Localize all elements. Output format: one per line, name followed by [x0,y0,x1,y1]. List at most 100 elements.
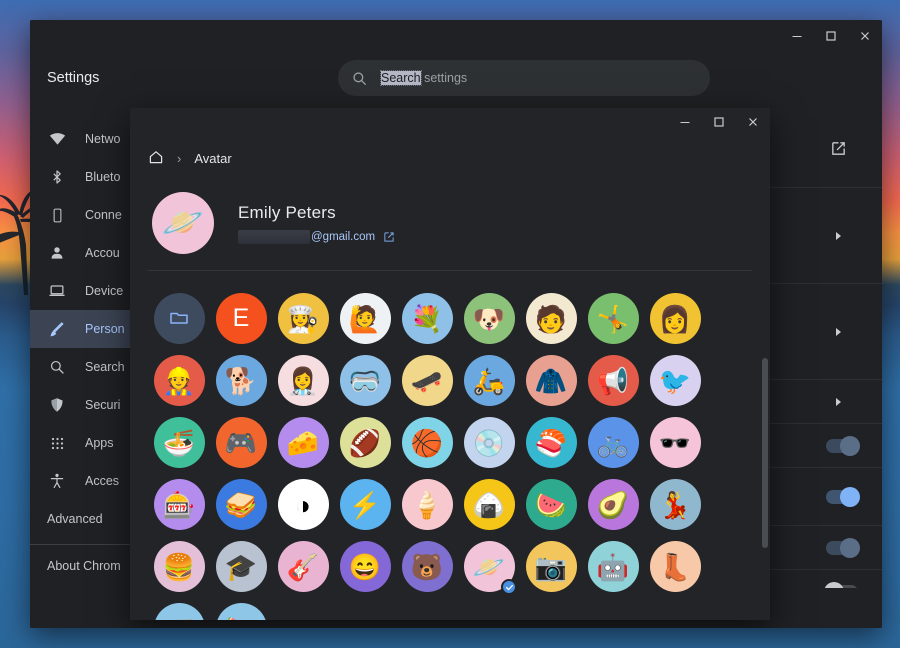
avatar-handheld-game[interactable]: 🎮 [215,416,267,468]
avatar-winter-parka[interactable]: 🧥 [525,354,577,406]
dialog-close-button[interactable] [736,108,770,138]
dialog-minimize-button[interactable] [668,108,702,138]
avatar-vinyl-record[interactable]: 💿 [463,416,515,468]
avatar-cell[interactable]: 🍉 [210,597,272,620]
avatar-skateboard-ramp[interactable]: 🛹 [401,354,453,406]
search-input[interactable]: Search settings [380,70,467,86]
avatar-cell[interactable]: 🥽 [334,349,396,411]
avatar-person-with-flowers[interactable]: 💐 [401,292,453,344]
avatar-red-bird[interactable]: 🐦 [649,354,701,406]
avatar-cell[interactable]: 🎓 [210,535,272,597]
avatar-burger-character[interactable]: 🍔 [153,540,205,592]
avatar-cell[interactable]: 🛵 [458,349,520,411]
home-icon[interactable] [148,149,164,168]
window-close-button[interactable] [848,20,882,52]
avatar-fashion-person[interactable]: 💃 [649,478,701,530]
avatar-cell[interactable]: 😄 [334,535,396,597]
avatar-cell[interactable]: 🥑 [582,473,644,535]
avatar-cell[interactable]: 🕶️ [644,411,706,473]
avatar-cell[interactable]: ⚡ [334,473,396,535]
avatar-cell[interactable]: 🍉 [520,473,582,535]
avatar-cell[interactable]: 👩‍🍳 [272,287,334,349]
avatar-basketball[interactable]: 🏀 [401,416,453,468]
avatar-cell[interactable]: 🍦 [396,473,458,535]
avatar-upload-from-folder[interactable] [153,292,205,344]
avatar-cell[interactable]: 🙋 [334,287,396,349]
avatar-noodle-bowl[interactable]: 🍜 [153,416,205,468]
window-minimize-button[interactable] [780,20,814,52]
avatar-grid-scroll-area[interactable]: E 👩‍🍳 🙋 💐 🐶 🧑 🤸 👩 👷 🐕 👩‍⚕️ 🥽 🛹 🛵 🧥 📢 🐦 🍜 🎮 🧀 🏈 🏀 💿 🍣 🚲 🕶️ 🎰 🥪 ◑ ⚡ 🍦 🍙 🍉 🥑… [130,271,770,620]
avatar-sushi[interactable]: 🍣 [525,416,577,468]
avatar-robot-box[interactable]: 🤖 [587,540,639,592]
arrow-right-icon[interactable] [818,312,858,352]
avatar-cell[interactable]: 👩 [644,287,706,349]
avatar-cell[interactable]: 🧑 [520,287,582,349]
avatar-watermelon-half[interactable]: 🍉 [215,602,267,620]
avatar-cell[interactable]: 🛹 [396,349,458,411]
avatar-cell[interactable]: 💐 [396,287,458,349]
dialog-scrollbar[interactable] [762,358,768,548]
dialog-maximize-button[interactable] [702,108,736,138]
avatar-worker-helmet[interactable]: 👷 [153,354,205,406]
avatar-smile-circle[interactable]: ◑ [277,478,329,530]
avatar-person-blue-hair[interactable]: 👩 [649,292,701,344]
external-link-icon[interactable] [383,231,395,243]
avatar-cell[interactable]: 📢 [582,349,644,411]
toggle-switch[interactable] [826,486,860,507]
avatar-bicycle[interactable]: 🚲 [587,416,639,468]
avatar-cell[interactable]: 🧀 [272,411,334,473]
avatar-chef-cook[interactable]: 👩‍🍳 [277,292,329,344]
arrow-right-icon[interactable] [818,382,858,422]
external-link-icon[interactable] [818,129,858,169]
avatar-watermelon-slice[interactable]: 🍉 [525,478,577,530]
avatar-rice-ball[interactable]: 🍙 [463,478,515,530]
avatar-cell[interactable]: 🐕 [210,349,272,411]
avatar-cell[interactable]: 🐻 [396,535,458,597]
avatar-cell[interactable]: 🎸 [272,535,334,597]
avatar-cell[interactable]: 👢 [644,535,706,597]
avatar-cell[interactable]: 🏀 [396,411,458,473]
avatar-cell[interactable]: 🐦 [644,349,706,411]
avatar-cell[interactable]: 🍜 [148,411,210,473]
avatar-person-beanie[interactable]: 🧑 [525,292,577,344]
avatar-sandwich[interactable]: 🥪 [215,478,267,530]
avatar-cell[interactable]: 🥪 [210,473,272,535]
toggle-switch[interactable] [826,537,860,558]
window-maximize-button[interactable] [814,20,848,52]
avatar-graduation-cap[interactable]: 🎓 [215,540,267,592]
avatar-cell[interactable]: 🤖 [582,535,644,597]
avatar-cell[interactable]: 🏈 [334,411,396,473]
avatar-monogram-e[interactable]: E [215,292,267,344]
avatar-cell[interactable]: 🐶 [458,287,520,349]
toggle-switch[interactable] [826,435,860,456]
avatar-cell[interactable]: 🎮 [210,411,272,473]
avatar-cell[interactable]: 🧥 [520,349,582,411]
avatar-football[interactable]: 🏈 [339,416,391,468]
avatar-pinball[interactable]: 🎰 [153,478,205,530]
avatar-cell[interactable]: 💃 [644,473,706,535]
avatar-cell[interactable]: 🍣 [520,411,582,473]
avatar-electric-guitar[interactable]: 🎸 [277,540,329,592]
avatar-cell[interactable]: 🍙 [458,473,520,535]
avatar-cell[interactable]: E [210,287,272,349]
avatar-bear-character[interactable]: 🐻 [401,540,453,592]
avatar-cell[interactable]: 📷 [520,535,582,597]
avatar-red-truck[interactable]: 🚚 [153,602,205,620]
avatar-cell[interactable]: 🍔 [148,535,210,597]
avatar-cell[interactable]: ◑ [272,473,334,535]
avatar-cell[interactable] [148,287,210,349]
search-settings-box[interactable]: Search settings [338,60,710,96]
avatar-instant-camera[interactable]: 📷 [525,540,577,592]
avatar-cell[interactable]: 🪐 [458,535,520,597]
avatar-person-arms-out[interactable]: 🤸 [587,292,639,344]
avatar-avocado[interactable]: 🥑 [587,478,639,530]
avatar-cell[interactable]: 🚚 [148,597,210,620]
avatar-cell[interactable]: 👷 [148,349,210,411]
avatar-doctor-mask[interactable]: 👩‍⚕️ [277,354,329,406]
avatar-cell[interactable]: 👩‍⚕️ [272,349,334,411]
avatar-cell[interactable]: 🤸 [582,287,644,349]
avatar-dog-astronaut[interactable]: 🐕 [215,354,267,406]
avatar-vr-headset[interactable]: 🥽 [339,354,391,406]
avatar-pets-cat-dog[interactable]: 🐶 [463,292,515,344]
avatar-cell[interactable]: 🚲 [582,411,644,473]
